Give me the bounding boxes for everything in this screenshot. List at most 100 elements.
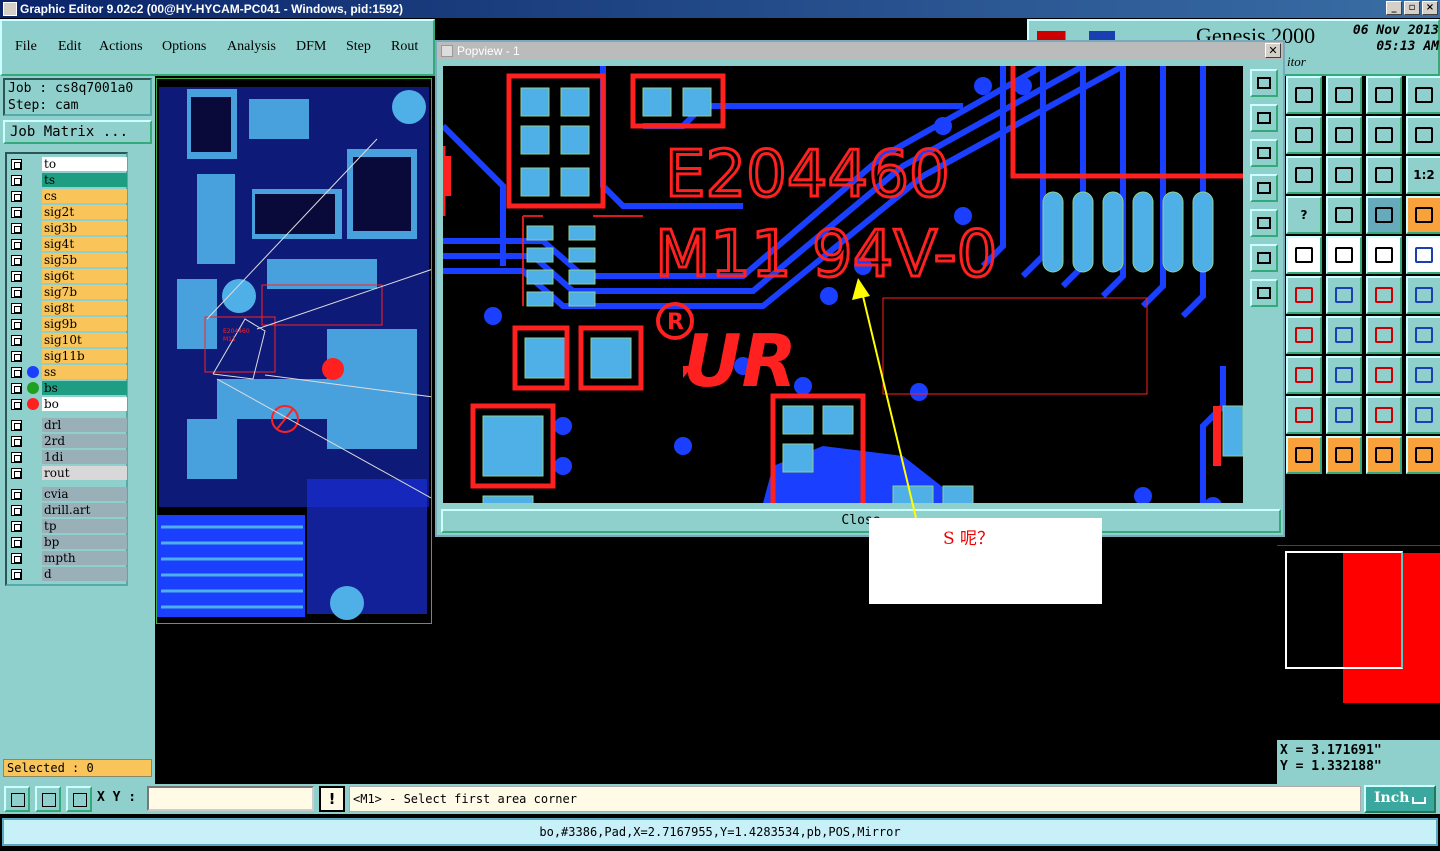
layer-checkbox[interactable] (11, 190, 22, 202)
menu-options[interactable]: Options (162, 39, 206, 55)
move-icon[interactable] (1326, 156, 1362, 194)
minimize-button[interactable]: _ (1386, 1, 1402, 15)
pan-left-button[interactable] (1250, 174, 1278, 202)
layer-checkbox[interactable] (11, 552, 22, 564)
layer-row[interactable]: sig8t (7, 300, 127, 316)
pan-button[interactable] (1250, 279, 1278, 307)
zoom-fit-button[interactable] (1250, 69, 1278, 97)
menu-edit[interactable]: Edit (58, 39, 81, 55)
popview-canvas[interactable]: M11 94V-0 E204460 R UR (443, 66, 1243, 503)
layer-row[interactable]: 2rd (7, 433, 127, 449)
layer-checkbox[interactable] (11, 419, 22, 431)
layer-row[interactable]: sig4t (7, 236, 127, 252)
layer-checkbox[interactable] (11, 568, 22, 580)
draw-icon[interactable] (1326, 196, 1362, 234)
layer-row[interactable]: drill.art (7, 502, 127, 518)
popview-close-icon[interactable]: ✕ (1265, 43, 1281, 58)
layer-name[interactable]: sig6t (42, 269, 127, 283)
layer-checkbox[interactable] (11, 254, 22, 266)
net-icon[interactable] (1406, 436, 1440, 474)
layer-name[interactable]: sig4t (42, 237, 127, 251)
new-icon[interactable] (1286, 76, 1322, 114)
measure-button[interactable] (35, 786, 61, 812)
layer-checkbox[interactable] (11, 467, 22, 479)
paste-icon[interactable] (1326, 116, 1362, 154)
pointer-icon[interactable] (1286, 436, 1322, 474)
layer-name[interactable]: sig2t (42, 205, 127, 219)
arch3-icon[interactable] (1366, 396, 1402, 434)
zoom-area-button[interactable] (4, 786, 30, 812)
layer-row[interactable]: bs (7, 380, 127, 396)
layer-checkbox[interactable] (11, 366, 22, 378)
layer-name[interactable]: 1di (42, 450, 127, 464)
layer-checkbox[interactable] (11, 536, 22, 548)
arch1-icon[interactable] (1286, 396, 1322, 434)
connect-icon[interactable] (1366, 276, 1402, 314)
layer-name[interactable]: tp (42, 519, 127, 533)
menu-file[interactable]: File (15, 39, 37, 55)
layer-checkbox[interactable] (11, 286, 22, 298)
center-button[interactable] (1250, 244, 1278, 272)
pan-right-button[interactable] (1250, 209, 1278, 237)
menu-step[interactable]: Step (346, 39, 371, 55)
layer-row[interactable]: d (7, 566, 127, 582)
layer-checkbox[interactable] (11, 206, 22, 218)
menu-dfm[interactable]: DFM (296, 39, 326, 55)
window-icon[interactable] (1406, 76, 1440, 114)
warning-button[interactable]: ! (319, 786, 345, 812)
merge-icon[interactable] (1366, 356, 1402, 394)
layer-name[interactable]: d (42, 567, 127, 581)
layer-row[interactable]: mpth (7, 550, 127, 566)
pad-icon[interactable] (1286, 356, 1322, 394)
layer-row[interactable]: sig9b (7, 316, 127, 332)
bar-icon[interactable] (1326, 356, 1362, 394)
layer-checkbox[interactable] (11, 382, 22, 394)
layer-name[interactable]: bp (42, 535, 127, 549)
menu-rout[interactable]: Rout (391, 39, 418, 55)
layer-row[interactable]: sig7b (7, 284, 127, 300)
job-matrix-button[interactable]: Job Matrix ... (3, 120, 152, 144)
menu-analysis[interactable]: Analysis (227, 39, 276, 55)
layer-row[interactable]: rout (7, 465, 127, 481)
layer-checkbox[interactable] (11, 174, 22, 186)
layer-name[interactable]: cs (42, 189, 127, 203)
layer-row[interactable]: cvia (7, 486, 127, 502)
link-icon[interactable] (1406, 276, 1440, 314)
layer-row[interactable]: to (7, 156, 127, 172)
layer-row[interactable]: sig5b (7, 252, 127, 268)
popview-close-button[interactable]: Close (441, 509, 1281, 533)
overview-map[interactable] (1277, 545, 1440, 735)
grid-button[interactable] (66, 786, 92, 812)
layer-name[interactable]: mpth (42, 551, 127, 565)
layer-checkbox[interactable] (11, 488, 22, 500)
arch4-icon[interactable] (1406, 396, 1440, 434)
layer-checkbox[interactable] (11, 302, 22, 314)
layer-checkbox[interactable] (11, 334, 22, 346)
layer-checkbox[interactable] (11, 504, 22, 516)
layer-name[interactable]: cvia (42, 487, 127, 501)
layer-name[interactable]: sig8t (42, 301, 127, 315)
snap-icon[interactable] (1406, 236, 1440, 274)
layer-name[interactable]: drl (42, 418, 127, 432)
scale-icon[interactable] (1366, 156, 1402, 194)
copy-icon[interactable] (1286, 116, 1322, 154)
layer-name[interactable]: to (42, 157, 127, 171)
layer-row[interactable]: sig3b (7, 220, 127, 236)
swap-icon[interactable] (1366, 116, 1402, 154)
layer-row[interactable]: tp (7, 518, 127, 534)
grid-icon[interactable] (1366, 196, 1402, 234)
angle-icon[interactable] (1286, 316, 1322, 354)
layer-checkbox[interactable] (11, 451, 22, 463)
layer-row[interactable]: 1di (7, 449, 127, 465)
select-icon[interactable] (1406, 196, 1440, 234)
layer-row[interactable]: ss (7, 364, 127, 380)
pointer-box-icon[interactable] (1326, 436, 1362, 474)
xy-input[interactable] (147, 786, 314, 811)
close-button[interactable]: × (1422, 1, 1438, 15)
layer-checkbox[interactable] (11, 222, 22, 234)
layer-checkbox[interactable] (11, 435, 22, 447)
layer-row[interactable]: sig6t (7, 268, 127, 284)
layer-checkbox[interactable] (11, 520, 22, 532)
maximize-button[interactable]: ▫ (1404, 1, 1420, 15)
units-dropdown[interactable]: Inch (1364, 785, 1436, 813)
